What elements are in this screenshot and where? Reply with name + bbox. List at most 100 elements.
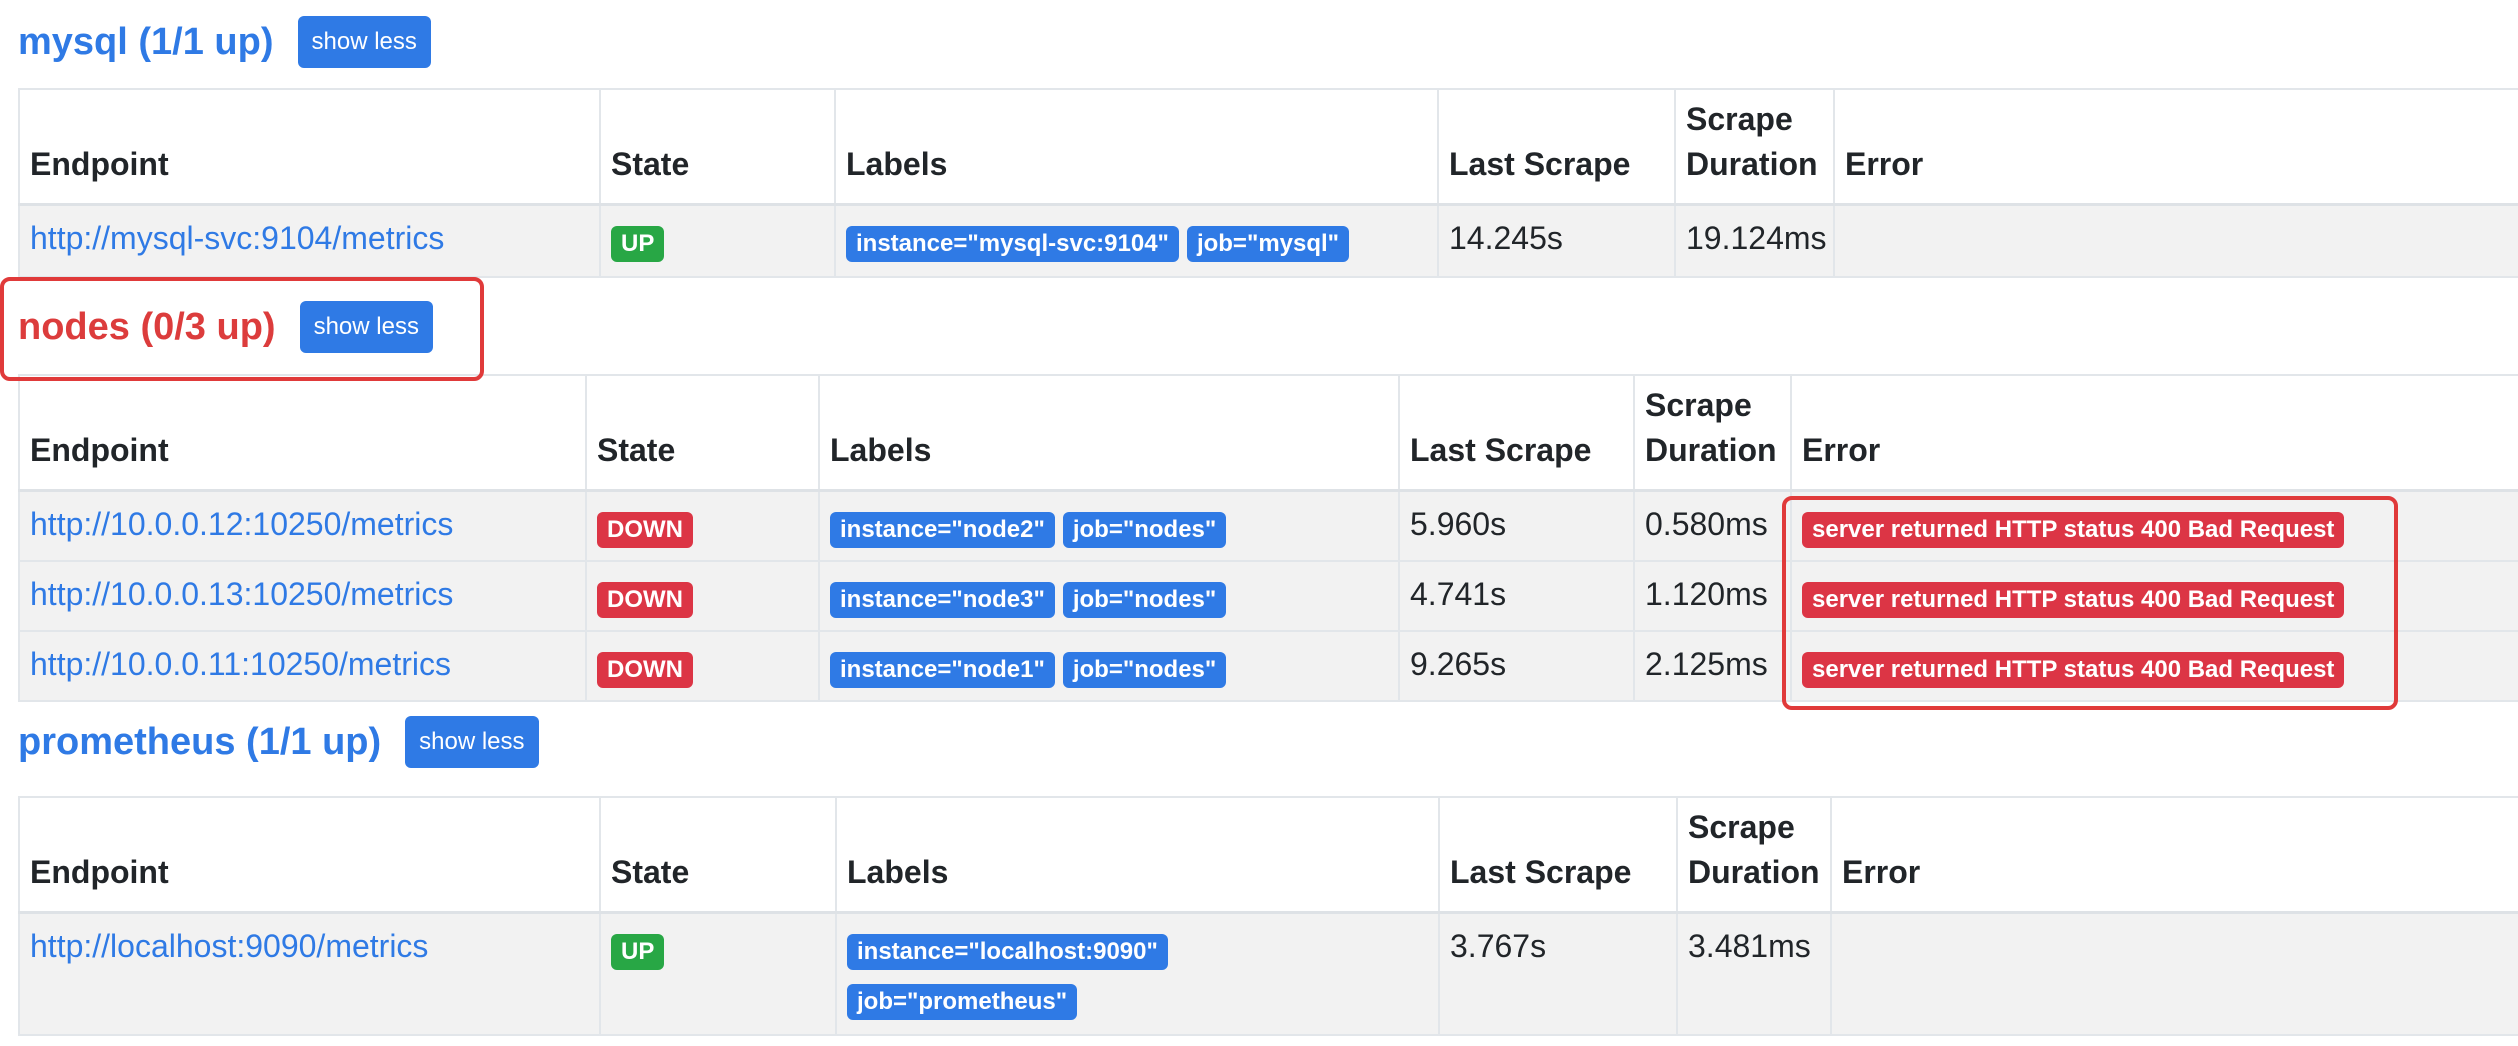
state-badge-up: UP (611, 226, 665, 262)
scrape-duration-cell: 19.124ms (1674, 206, 1833, 276)
error-cell: server returned HTTP status 400 Bad Requ… (1790, 492, 2518, 560)
state-cell: UP (599, 914, 835, 1034)
column-header-scrape-duration: Scrape Duration (1633, 376, 1790, 489)
state-badge-down: DOWN (597, 652, 693, 688)
endpoint-cell: http://mysql-svc:9104/metrics (18, 206, 599, 276)
group-header: prometheus (1/1 up) show less (18, 712, 539, 772)
table-header-row: Endpoint State Labels Last Scrape Scrape… (18, 796, 2518, 914)
table-row: http://localhost:9090/metrics UP instanc… (18, 914, 2518, 1036)
endpoint-link[interactable]: http://localhost:9090/metrics (30, 928, 428, 964)
label-badge-job: job="mysql" (1186, 226, 1350, 262)
show-less-button[interactable]: show less (297, 16, 431, 68)
error-badge: server returned HTTP status 400 Bad Requ… (1802, 582, 2345, 618)
last-scrape-cell: 4.741s (1398, 562, 1633, 630)
column-header-endpoint: Endpoint (18, 90, 599, 203)
last-scrape-value: 9.265s (1410, 646, 1507, 682)
label-badge-job: job="prometheus" (847, 984, 1078, 1020)
column-header-last-scrape: Last Scrape (1437, 90, 1674, 203)
error-cell: server returned HTTP status 400 Bad Requ… (1790, 562, 2518, 630)
column-header-error: Error (1833, 90, 2518, 203)
column-header-scrape-duration-line2: Duration (1645, 432, 1777, 469)
column-header-state: State (599, 90, 834, 203)
endpoint-link[interactable]: http://mysql-svc:9104/metrics (30, 220, 444, 256)
column-header-state: State (585, 376, 818, 489)
column-header-endpoint: Endpoint (18, 798, 599, 911)
last-scrape-value: 4.741s (1410, 576, 1507, 612)
scrape-duration-value: 1.120ms (1645, 576, 1768, 612)
group-header: mysql (1/1 up) show less (18, 12, 431, 72)
state-badge-down: DOWN (597, 512, 693, 548)
table-row: http://10.0.0.13:10250/metrics DOWN inst… (18, 562, 2518, 632)
endpoint-cell: http://10.0.0.13:10250/metrics (18, 562, 585, 630)
labels-cell: instance="node1" job="nodes" (818, 632, 1398, 700)
show-less-button[interactable]: show less (405, 716, 539, 768)
error-badge: server returned HTTP status 400 Bad Requ… (1802, 652, 2345, 688)
target-group-prometheus: prometheus (1/1 up) show less Endpoint S… (0, 710, 2518, 1046)
label-badge-instance: instance="node2" (830, 512, 1055, 548)
group-header: nodes (0/3 up) show less (18, 297, 433, 357)
scrape-duration-value: 3.481ms (1688, 928, 1811, 964)
table-header-row: Endpoint State Labels Last Scrape Scrape… (18, 374, 2518, 492)
endpoint-link[interactable]: http://10.0.0.13:10250/metrics (30, 576, 453, 612)
state-cell: DOWN (585, 632, 818, 700)
column-header-labels: Labels (818, 376, 1398, 489)
scrape-duration-cell: 2.125ms (1633, 632, 1790, 700)
scrape-duration-cell: 3.481ms (1676, 914, 1830, 1034)
last-scrape-cell: 9.265s (1398, 632, 1633, 700)
table-row: http://mysql-svc:9104/metrics UP instanc… (18, 206, 2518, 278)
target-group-mysql: mysql (1/1 up) show less Endpoint State … (0, 0, 2518, 280)
label-badge-instance: instance="node3" (830, 582, 1055, 618)
show-less-button[interactable]: show less (299, 301, 433, 353)
state-cell: DOWN (585, 562, 818, 630)
error-cell (1830, 914, 2518, 1034)
scrape-duration-value: 2.125ms (1645, 646, 1768, 682)
labels-cell: instance="localhost:9090" job="prometheus… (835, 914, 1438, 1034)
column-header-endpoint: Endpoint (18, 376, 585, 489)
endpoint-link[interactable]: http://10.0.0.12:10250/metrics (30, 506, 453, 542)
last-scrape-value: 14.245s (1449, 220, 1563, 256)
group-title: prometheus (1/1 up) (18, 720, 382, 763)
column-header-error: Error (1830, 798, 2518, 911)
last-scrape-value: 3.767s (1450, 928, 1547, 964)
column-header-scrape-duration-line1: Scrape (1645, 387, 1752, 424)
column-header-error: Error (1790, 376, 2518, 489)
labels-cell: instance="node3" job="nodes" (818, 562, 1398, 630)
scrape-duration-value: 19.124ms (1686, 220, 1827, 256)
column-header-last-scrape: Last Scrape (1438, 798, 1676, 911)
scrape-duration-value: 0.580ms (1645, 506, 1768, 542)
column-header-last-scrape: Last Scrape (1398, 376, 1633, 489)
last-scrape-cell: 3.767s (1438, 914, 1676, 1034)
label-badge-instance: instance="node1" (830, 652, 1055, 688)
error-cell (1833, 206, 2518, 276)
label-badge-instance: instance="mysql-svc:9104" (846, 226, 1179, 262)
column-header-scrape-duration-line1: Scrape (1688, 809, 1795, 846)
column-header-scrape-duration-line2: Duration (1686, 146, 1818, 183)
table-row: http://10.0.0.11:10250/metrics DOWN inst… (18, 632, 2518, 702)
state-cell: UP (599, 206, 834, 276)
scrape-duration-cell: 1.120ms (1633, 562, 1790, 630)
endpoint-cell: http://10.0.0.12:10250/metrics (18, 492, 585, 560)
error-badge: server returned HTTP status 400 Bad Requ… (1802, 512, 2345, 548)
label-badge-job: job="nodes" (1062, 652, 1227, 688)
state-badge-up: UP (611, 934, 665, 970)
label-badge-instance: instance="localhost:9090" (847, 934, 1168, 970)
table-row: http://10.0.0.12:10250/metrics DOWN inst… (18, 492, 2518, 562)
last-scrape-cell: 5.960s (1398, 492, 1633, 560)
column-header-scrape-duration: Scrape Duration (1676, 798, 1830, 911)
labels-cell: instance="mysql-svc:9104" job="mysql" (834, 206, 1437, 276)
column-header-scrape-duration-line1: Scrape (1686, 101, 1793, 138)
endpoint-cell: http://localhost:9090/metrics (18, 914, 599, 1034)
group-title: nodes (0/3 up) (18, 305, 276, 348)
state-badge-down: DOWN (597, 582, 693, 618)
column-header-scrape-duration-line2: Duration (1688, 854, 1820, 891)
last-scrape-value: 5.960s (1410, 506, 1507, 542)
column-header-labels: Labels (835, 798, 1438, 911)
labels-cell: instance="node2" job="nodes" (818, 492, 1398, 560)
target-group-nodes: nodes (0/3 up) show less Endpoint State … (0, 280, 2518, 710)
column-header-state: State (599, 798, 835, 911)
scrape-duration-cell: 0.580ms (1633, 492, 1790, 560)
column-header-labels: Labels (834, 90, 1437, 203)
last-scrape-cell: 14.245s (1437, 206, 1674, 276)
endpoint-link[interactable]: http://10.0.0.11:10250/metrics (30, 646, 451, 682)
group-title: mysql (1/1 up) (18, 20, 274, 63)
